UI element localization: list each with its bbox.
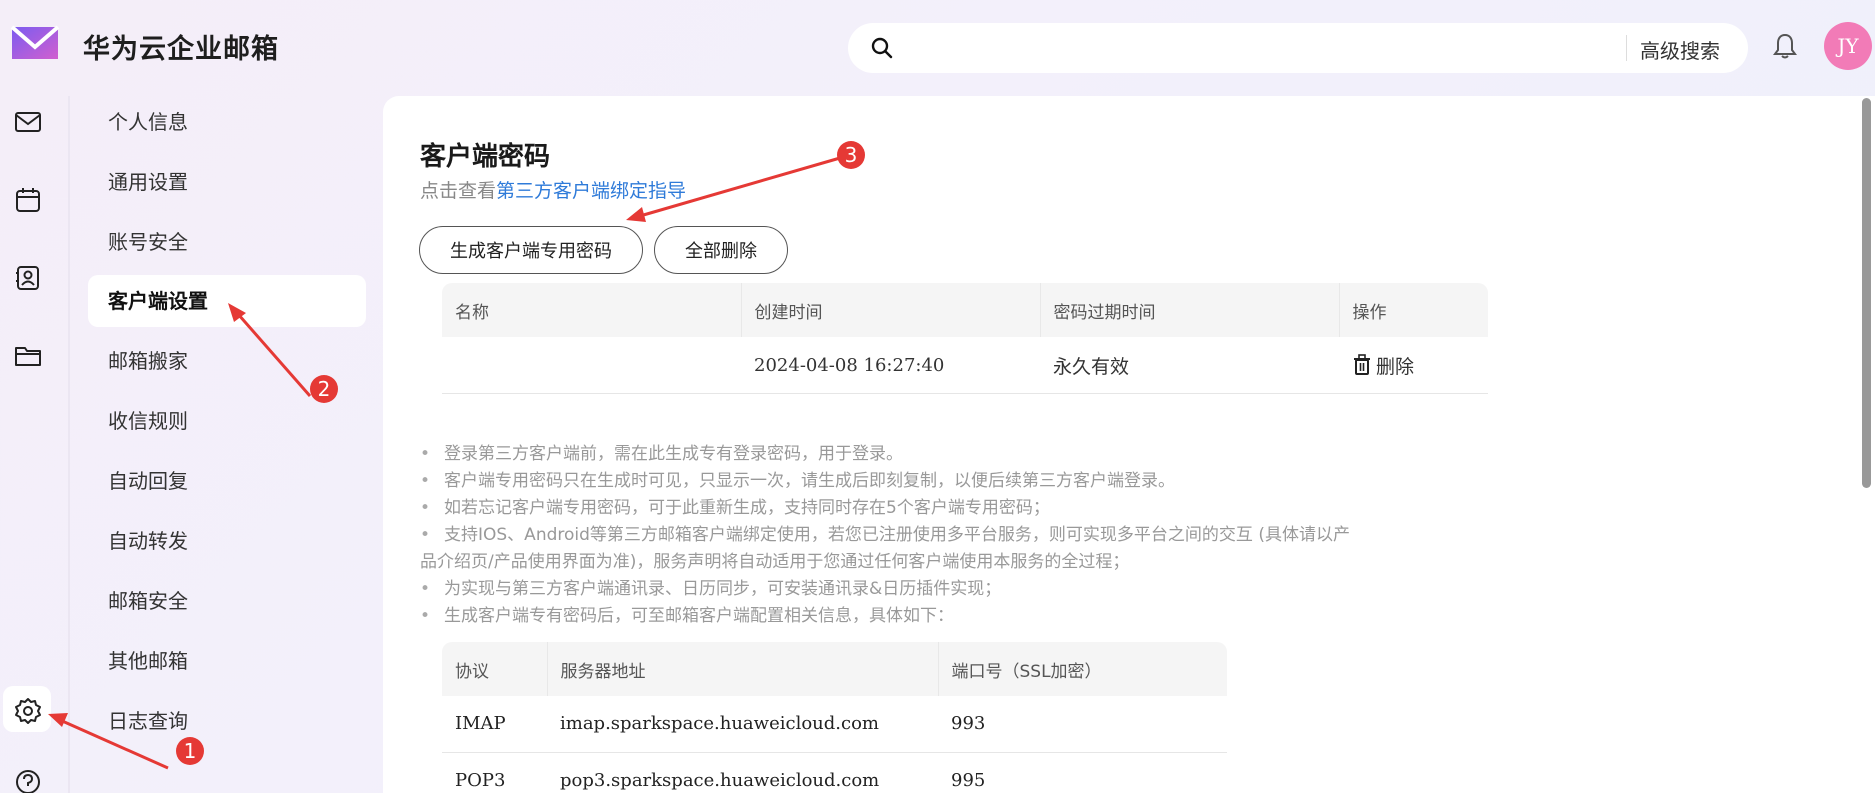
col-header-action: 操作 <box>1338 283 1488 337</box>
col-header-server: 服务器地址 <box>546 642 938 696</box>
note-item: 如若忘记客户端专用密码，可于此重新生成，支持同时存在5个客户端专用密码； <box>420 495 1420 522</box>
menu-item-receive-rules[interactable]: 收信规则 <box>88 395 366 447</box>
cell-protocol: POP3 <box>442 752 547 793</box>
cell-port: 995 <box>938 752 1227 793</box>
note-item: 客户端专用密码只在生成时可见，只显示一次，请生成后即刻复制，以便后续第三方客户端… <box>420 468 1420 495</box>
subtitle: 点击查看第三方客户端绑定指导 <box>420 176 686 203</box>
search-bar[interactable]: 高级搜索 <box>848 23 1748 73</box>
col-header-port: 端口号（SSL加密） <box>937 642 1227 696</box>
col-header-name: 名称 <box>442 283 742 337</box>
cell-created: 2024-04-08 16:27:40 <box>741 337 1041 394</box>
menu-item-auto-reply[interactable]: 自动回复 <box>88 455 366 507</box>
note-item: 生成客户端专有密码后，可至邮箱客户端配置相关信息，具体如下： <box>420 603 1420 630</box>
col-header-created: 创建时间 <box>740 283 1041 337</box>
cell-host: imap.sparkspace.huaweicloud.com <box>547 696 938 753</box>
password-table: 名称 创建时间 密码过期时间 操作 2024-04-08 16:27:40 永久… <box>442 283 1488 394</box>
calendar-icon[interactable] <box>14 186 42 214</box>
trash-icon <box>1354 354 1371 375</box>
cell-name <box>442 337 742 394</box>
menu-item-personal-info[interactable]: 个人信息 <box>88 96 366 148</box>
search-input[interactable] <box>908 31 1668 65</box>
menu-item-mailbox-migration[interactable]: 邮箱搬家 <box>88 335 366 387</box>
menu-item-mailbox-security[interactable]: 邮箱安全 <box>88 575 366 627</box>
page-title: 客户端密码 <box>420 142 551 172</box>
menu-item-client-settings[interactable]: 客户端设置 <box>88 275 366 327</box>
server-config-table: 协议 服务器地址 端口号（SSL加密） IMAP imap.sparkspace… <box>442 642 1227 793</box>
folder-icon[interactable] <box>14 342 42 370</box>
table-row: 2024-04-08 16:27:40 永久有效 删除 <box>442 337 1488 394</box>
cell-protocol: IMAP <box>442 696 547 753</box>
scrollbar-thumb[interactable] <box>1862 98 1871 488</box>
menu-item-auto-forward[interactable]: 自动转发 <box>88 515 366 567</box>
note-item: 支持IOS、Android等第三方邮箱客户端绑定使用，若您已注册使用多平台服务，… <box>420 522 1420 549</box>
search-icon[interactable] <box>870 36 894 60</box>
app-title: 华为云企业邮箱 <box>83 34 279 65</box>
delete-label: 删除 <box>1376 355 1415 378</box>
table-header-row: 名称 创建时间 密码过期时间 操作 <box>442 283 1488 337</box>
mail-icon[interactable] <box>14 108 42 136</box>
cell-action: 删除 <box>1339 337 1488 394</box>
delete-row-button[interactable]: 删除 <box>1352 337 1488 393</box>
search-divider <box>1626 35 1627 61</box>
table-header-row: 协议 服务器地址 端口号（SSL加密） <box>442 642 1227 696</box>
col-header-protocol: 协议 <box>442 642 547 696</box>
notes-list: 登录第三方客户端前，需在此生成专有登录密码，用于登录。 客户端专用密码只在生成时… <box>420 441 1420 630</box>
col-header-expires: 密码过期时间 <box>1039 283 1340 337</box>
help-icon[interactable] <box>14 768 42 793</box>
menu-item-account-security[interactable]: 账号安全 <box>88 216 366 268</box>
menu-item-general-settings[interactable]: 通用设置 <box>88 156 366 208</box>
advanced-search-button[interactable]: 高级搜索 <box>1640 35 1720 64</box>
logo-icon <box>10 25 60 59</box>
top-bar: 华为云企业邮箱 高级搜索 JY <box>0 0 1875 90</box>
delete-all-button[interactable]: 全部删除 <box>654 226 788 274</box>
avatar[interactable]: JY <box>1824 22 1872 70</box>
rail-divider <box>68 96 70 793</box>
binding-guide-link[interactable]: 第三方客户端绑定指导 <box>496 180 686 202</box>
table-row: POP3 pop3.sparkspace.huaweicloud.com 995 <box>442 752 1227 793</box>
table-row: IMAP imap.sparkspace.huaweicloud.com 993 <box>442 696 1227 753</box>
note-item: 为实现与第三方客户端通讯录、日历同步，可安装通讯录&日历插件实现； <box>420 576 1420 603</box>
cell-host: pop3.sparkspace.huaweicloud.com <box>547 752 938 793</box>
content-panel: 客户端密码 点击查看第三方客户端绑定指导 生成客户端专用密码 全部删除 名称 创… <box>383 96 1863 793</box>
bell-icon[interactable] <box>1772 32 1798 60</box>
cell-expires: 永久有效 <box>1040 337 1340 394</box>
note-item: 登录第三方客户端前，需在此生成专有登录密码，用于登录。 <box>420 441 1420 468</box>
cell-port: 993 <box>938 696 1227 753</box>
subtitle-prefix: 点击查看 <box>420 180 497 202</box>
note-item-continued: 品介绍页/产品使用界面为准)，服务声明将自动适用于您通过任何客户端使用本服务的全… <box>420 552 1130 572</box>
menu-item-other-mailboxes[interactable]: 其他邮箱 <box>88 635 366 687</box>
contacts-icon[interactable] <box>14 264 42 292</box>
settings-icon[interactable] <box>14 697 42 725</box>
menu-item-log-query[interactable]: 日志查询 <box>88 695 366 747</box>
generate-password-button[interactable]: 生成客户端专用密码 <box>419 226 643 274</box>
